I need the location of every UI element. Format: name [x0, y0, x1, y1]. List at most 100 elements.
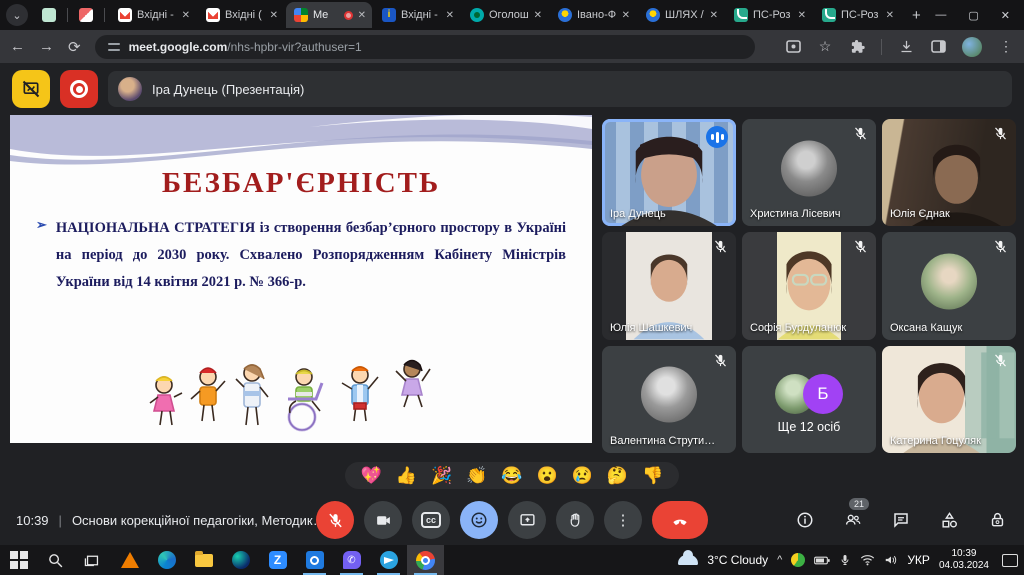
activities-button[interactable] — [938, 509, 960, 531]
reactions-toggle-button[interactable] — [460, 501, 498, 539]
people-panel-button[interactable]: 21 — [842, 509, 864, 531]
site-settings-icon[interactable] — [107, 40, 121, 54]
profile-avatar[interactable] — [962, 37, 982, 57]
participant-tile[interactable]: Оксана Кащук — [882, 232, 1016, 339]
zoom-app-button[interactable]: Z — [259, 545, 296, 575]
info-icon — [796, 511, 814, 529]
participant-tile[interactable]: Христина Лісевич — [742, 119, 876, 226]
tab-gmail-1[interactable]: Вхідні - ✕ — [110, 2, 196, 28]
reaction-clap-button[interactable]: 👏 — [466, 467, 487, 484]
speaker-icon[interactable] — [884, 554, 898, 566]
notification-center-icon[interactable] — [1002, 554, 1018, 567]
close-icon[interactable]: ✕ — [446, 10, 454, 21]
viber-app-button[interactable]: ✆ — [333, 545, 370, 575]
weather-text[interactable]: 3°C Cloudy — [707, 553, 768, 567]
mic-toggle-button[interactable] — [316, 501, 354, 539]
bookmark-star-icon[interactable]: ☆ — [817, 39, 833, 55]
reaction-party-button[interactable]: 🎉 — [431, 467, 452, 484]
participant-tile[interactable]: Катерина Гоцуляк — [882, 346, 1016, 453]
end-call-button[interactable] — [652, 501, 708, 539]
participant-tile[interactable]: Юлія Шашкевич — [602, 232, 736, 339]
tab-search-button[interactable]: ⌄ — [6, 4, 28, 26]
new-tab-button[interactable]: + — [902, 7, 931, 24]
close-icon[interactable]: ✕ — [886, 10, 894, 21]
edge-app-button[interactable] — [148, 545, 185, 575]
start-button[interactable] — [0, 545, 37, 575]
tab-announcements[interactable]: Оголош ✕ — [462, 2, 548, 28]
close-icon[interactable]: ✕ — [358, 10, 366, 21]
chat-icon — [892, 511, 910, 529]
more-options-button[interactable]: ⋮ — [604, 501, 642, 539]
restore-button[interactable]: ▢ — [968, 9, 978, 22]
reaction-heart-button[interactable]: 💖 — [361, 467, 382, 484]
battery-icon[interactable] — [814, 555, 830, 566]
reload-button[interactable]: ⟳ — [68, 38, 81, 56]
reaction-thinking-button[interactable]: 🤔 — [607, 467, 628, 484]
captions-button[interactable]: cc — [412, 501, 450, 539]
address-bar[interactable]: meet.google.com/nhs-hpbr-vir?authuser=1 — [95, 35, 755, 59]
tab-meet-active[interactable]: Me ✕ — [286, 2, 372, 28]
close-icon[interactable]: ✕ — [798, 10, 806, 21]
chrome-app-button[interactable] — [407, 545, 444, 575]
file-explorer-button[interactable] — [185, 545, 222, 575]
reaction-thumbsup-button[interactable]: 👍 — [396, 467, 417, 484]
participant-tile[interactable]: Іра Дунець — [602, 119, 736, 226]
tab-ivano[interactable]: Івано-Ф ✕ — [550, 2, 636, 28]
browser-menu-icon[interactable]: ⋮ — [998, 39, 1014, 55]
reaction-laugh-button[interactable]: 😂 — [501, 467, 522, 484]
pinned-tab-2[interactable] — [73, 3, 99, 27]
vlc-app-button[interactable] — [111, 545, 148, 575]
close-icon[interactable]: ✕ — [270, 10, 278, 21]
wifi-icon[interactable] — [860, 554, 875, 566]
recording-indicator-button[interactable] — [60, 70, 98, 108]
tab-gmail-2[interactable]: Вхідні ( ✕ — [198, 2, 284, 28]
taskbar-clock[interactable]: 10:39 04.03.2024 — [939, 548, 989, 573]
slide-title: БЕЗБАР'ЄРНІСТЬ — [10, 167, 592, 200]
presentation-warning-button[interactable] — [12, 70, 50, 108]
bullet-arrow-icon: ➢ — [36, 215, 47, 295]
close-icon[interactable]: ✕ — [622, 10, 630, 21]
reaction-sad-button[interactable]: 😢 — [572, 467, 593, 484]
tab-ps-roz-1[interactable]: ПС-Роз ✕ — [726, 2, 812, 28]
close-icon[interactable]: ✕ — [710, 10, 718, 21]
close-icon[interactable]: ✕ — [182, 10, 190, 21]
weather-icon[interactable] — [678, 555, 698, 565]
raise-hand-button[interactable] — [556, 501, 594, 539]
back-button[interactable]: ← — [10, 38, 25, 55]
taskbar-search-button[interactable] — [37, 545, 74, 575]
tray-chevron-icon[interactable]: ^ — [777, 554, 782, 566]
download-icon[interactable] — [898, 39, 914, 55]
pinned-tab-1[interactable] — [36, 3, 62, 27]
extensions-icon[interactable] — [849, 39, 865, 55]
webex-app-button[interactable] — [222, 545, 259, 575]
participant-tile[interactable]: Софія Бурдуланюк — [742, 232, 876, 339]
task-view-button[interactable] — [74, 545, 111, 575]
overflow-participants-tile[interactable]: Б Ще 12 осіб — [742, 346, 876, 453]
taskbar-date: 04.03.2024 — [939, 560, 989, 573]
antivirus-tray-icon[interactable] — [791, 553, 805, 567]
host-controls-button[interactable] — [986, 509, 1008, 531]
forward-button[interactable]: → — [39, 38, 54, 55]
camera-toggle-button[interactable] — [364, 501, 402, 539]
remote-app-button[interactable] — [296, 545, 333, 575]
reaction-thumbsdown-button[interactable]: 👎 — [642, 467, 663, 484]
reaction-surprised-button[interactable]: 😮 — [537, 467, 558, 484]
meeting-details-button[interactable] — [794, 509, 816, 531]
language-indicator[interactable]: УКР — [907, 553, 930, 567]
chat-panel-button[interactable] — [890, 509, 912, 531]
tab-media-icon[interactable] — [785, 39, 801, 55]
tab-ps-roz-2[interactable]: ПС-Роз ✕ — [814, 2, 900, 28]
minimize-button[interactable]: — — [935, 9, 946, 22]
present-button[interactable] — [508, 501, 546, 539]
tab-shliakh[interactable]: ШЛЯХ / ✕ — [638, 2, 724, 28]
tab-ukrnet-mail[interactable]: i Вхідні - ✕ — [374, 2, 460, 28]
participant-tile[interactable]: Юлія Єднак — [882, 119, 1016, 226]
side-panel-icon[interactable] — [930, 39, 946, 55]
tray-mic-icon[interactable] — [839, 553, 851, 567]
telegram-app-button[interactable] — [370, 545, 407, 575]
telegram-icon — [380, 551, 398, 569]
presenter-bar[interactable]: Іра Дунець (Презентація) — [108, 71, 1012, 107]
close-icon[interactable]: ✕ — [534, 10, 542, 21]
close-window-button[interactable]: ✕ — [1001, 9, 1010, 22]
participant-tile[interactable]: Валентина Струти… — [602, 346, 736, 453]
